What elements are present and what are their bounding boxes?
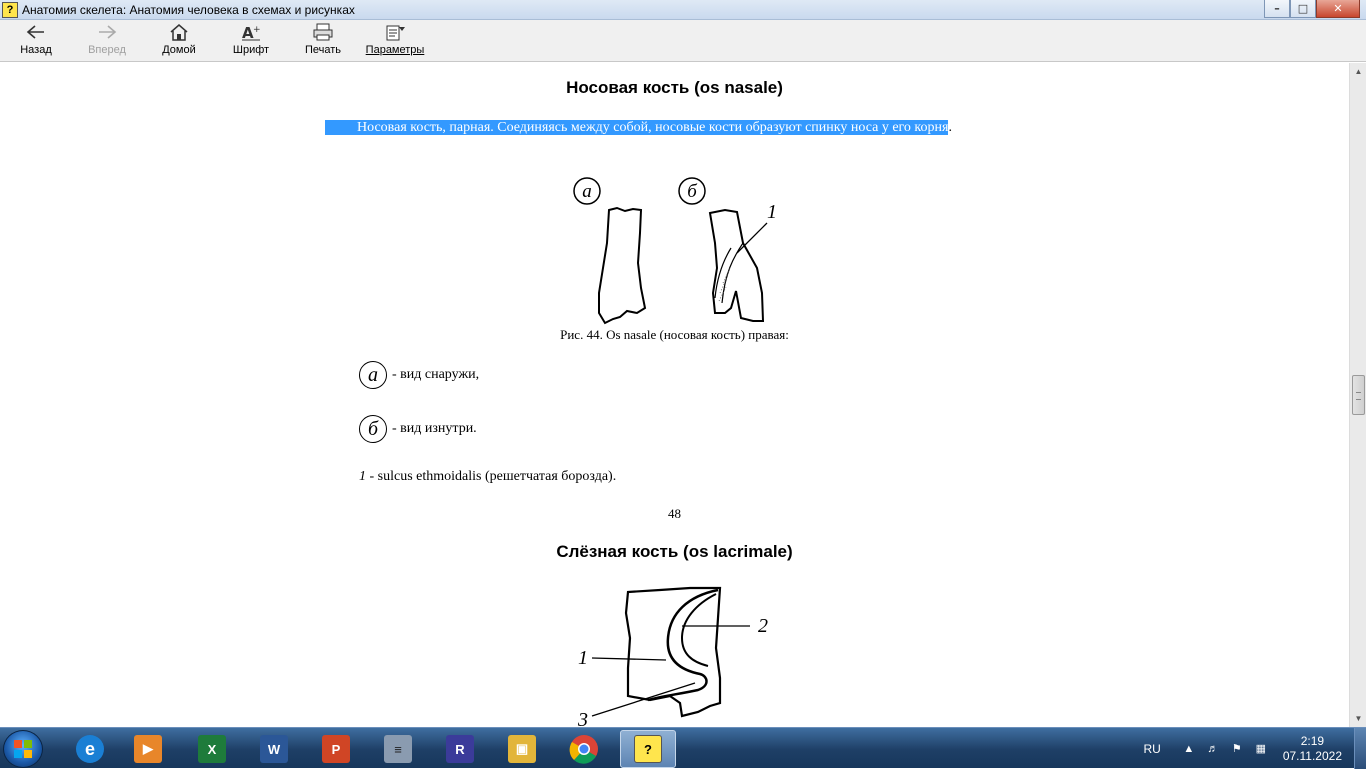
options-icon [384,22,406,42]
label-1: 1 [578,647,588,669]
figure-caption: Рис. 44. Os nasale (носовая кость) права… [560,327,789,342]
section-heading-lacrimal: Слёзная кость (os lacrimale) [556,542,793,561]
description-paragraph: Носовая кость, парная. Соединяясь между … [325,118,1025,137]
label-2: 2 [758,615,768,637]
window-title: Анатомия скелета: Анатомия человека в сх… [22,2,355,17]
lacrimal-bone-outline [624,586,722,718]
clock-date: 07.11.2022 [1282,748,1342,763]
system-tray: RU ▲ ♬ ⚑ ▦ 2:19 07.11.2022 [1143,728,1366,769]
flag-icon[interactable]: ⚑ [1229,741,1245,757]
figure-label-b: б [687,181,698,202]
arrow-left-icon [26,22,46,42]
language-indicator[interactable]: RU [1143,742,1160,756]
show-desktop-button[interactable] [1354,728,1366,769]
note-number: 1 [359,469,366,484]
lacrimal-bone-figure: 1 2 3 [577,586,768,727]
lacrimal-groove [680,593,717,667]
help-app-icon[interactable]: ? [620,730,676,768]
legend-symbol-b: б [359,415,387,443]
title-bar: ? Анатомия скелета: Анатомия человека в … [0,0,1366,20]
label-3-leader [591,682,696,717]
svg-text:+: + [253,25,261,35]
font-icon: A + [240,22,262,42]
printer-icon [312,22,334,42]
vertical-scrollbar[interactable]: ▲ ▼ [1349,63,1366,727]
chrome-icon[interactable] [556,730,612,768]
home-button[interactable]: Домой [147,22,211,60]
legend-item-b: б - вид изнутри. [359,415,477,443]
scroll-down-icon[interactable]: ▼ [1350,710,1366,727]
maximize-icon[interactable]: □ [1290,0,1316,18]
back-button[interactable]: Назад [4,22,68,60]
arrow-right-icon [97,22,117,42]
bone-outer-view [598,206,647,325]
close-icon[interactable]: ✕ [1316,0,1360,18]
winrar-icon[interactable]: R [432,730,488,768]
windows-logo-icon [14,740,32,758]
powerpoint-icon[interactable]: P [308,730,364,768]
clock[interactable]: 2:19 07.11.2022 [1283,734,1342,764]
label-3: 3 [577,709,588,727]
section-heading-nasal: Носовая кость (os nasale) [566,78,783,97]
toolbar: Назад Вперед Домой A + Шрифт Печать Парам… [0,20,1366,62]
scroll-up-icon[interactable]: ▲ [1350,63,1366,80]
page-number: 48 [668,506,681,521]
forward-button[interactable]: Вперед [75,22,139,60]
paragraph-tail: . [948,120,952,135]
nasal-bone-figure: а б 1 [573,177,777,325]
minimize-icon[interactable]: – [1264,0,1290,18]
selected-text[interactable]: Носовая кость, парная. Соединяясь между … [325,120,949,135]
scroll-thumb[interactable] [1352,375,1365,415]
note-text: - sulcus ethmoidalis (решетчатая борозда… [366,469,617,484]
legend-symbol-a: а [359,361,387,389]
print-button[interactable]: Печать [291,22,355,60]
calculator-icon[interactable]: ≡ [370,730,426,768]
content-pane: Носовая кость (os nasale) Носовая кость,… [0,63,1349,727]
explorer-icon[interactable]: ▣ [494,730,550,768]
home-icon [169,22,189,42]
options-button[interactable]: Параметры [363,22,427,60]
font-button[interactable]: A + Шрифт [219,22,283,60]
note-line: 1 - sulcus ethmoidalis (решетчатая бороз… [359,469,616,485]
window-controls: – □ ✕ [1264,0,1360,18]
taskbar: e ▶ X W P ≡ R ▣ ? RU ▲ ♬ ⚑ ▦ 2:19 07.11.… [0,727,1366,769]
legend-text-a: - вид снаружи, [392,367,480,382]
legend-text-b: - вид изнутри. [392,421,477,436]
figure-label-1: 1 [767,201,777,223]
figure-label-a: а [582,181,592,202]
clock-time: 2:19 [1300,733,1325,748]
ie-icon[interactable]: e [62,730,118,768]
legend-item-a: а - вид снаружи, [359,361,479,389]
volume-icon[interactable]: ♬ [1205,741,1221,757]
help-icon[interactable]: ? [2,1,18,18]
network-icon[interactable]: ▦ [1253,741,1269,757]
start-button[interactable] [3,730,43,768]
word-icon[interactable]: W [246,730,302,768]
media-player-icon[interactable]: ▶ [120,730,176,768]
tray-expand-icon[interactable]: ▲ [1181,741,1197,757]
bone-inner-view [708,208,765,322]
excel-icon[interactable]: X [184,730,240,768]
